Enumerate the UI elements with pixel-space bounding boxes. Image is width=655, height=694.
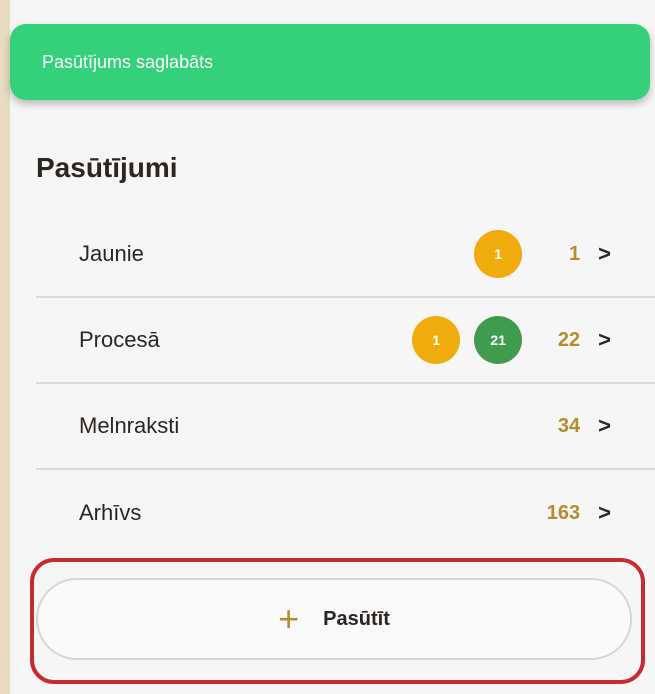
- list-item-archive[interactable]: Arhīvs 163 >: [36, 470, 655, 556]
- page-title: Pasūtījumi: [36, 152, 178, 183]
- status-badge: 1: [412, 316, 461, 364]
- toast-notification: Pasūtījums saglabāts: [10, 24, 650, 100]
- list-item-label: Procesā: [79, 327, 160, 352]
- list-item-new[interactable]: Jaunie 1 1 >: [36, 212, 655, 298]
- chevron-right-icon: >: [598, 241, 611, 266]
- list-item-drafts[interactable]: Melnraksti 34 >: [36, 384, 655, 470]
- list-item-meta: 34 >: [536, 413, 611, 439]
- new-order-label: Pasūtīt: [323, 607, 390, 630]
- new-order-button[interactable]: + Pasūtīt: [36, 578, 632, 660]
- item-count: 22: [557, 328, 581, 351]
- list-item-label: Jaunie: [79, 241, 144, 266]
- list-item-in-progress[interactable]: Procesā 1 21 22 >: [36, 298, 655, 384]
- list-item-meta: 1 1 >: [474, 230, 611, 278]
- plus-icon: +: [278, 598, 300, 639]
- chevron-right-icon: >: [598, 500, 611, 525]
- list-item-meta: 163 >: [536, 500, 611, 526]
- status-badge: 1: [474, 230, 523, 278]
- toast-message: Pasūtījums saglabāts: [42, 51, 214, 72]
- item-count: 163: [546, 501, 581, 524]
- list-item-meta: 1 21 22 >: [412, 316, 611, 364]
- status-badge: 21: [474, 316, 523, 364]
- orders-list: Jaunie 1 1 > Procesā 1 21 22 > Melnrakst…: [36, 212, 655, 556]
- list-item-label: Melnraksti: [79, 413, 180, 438]
- chevron-right-icon: >: [598, 413, 611, 438]
- list-item-label: Arhīvs: [79, 500, 142, 525]
- item-count: 1: [569, 242, 581, 265]
- item-count: 34: [557, 414, 581, 437]
- chevron-right-icon: >: [598, 327, 611, 352]
